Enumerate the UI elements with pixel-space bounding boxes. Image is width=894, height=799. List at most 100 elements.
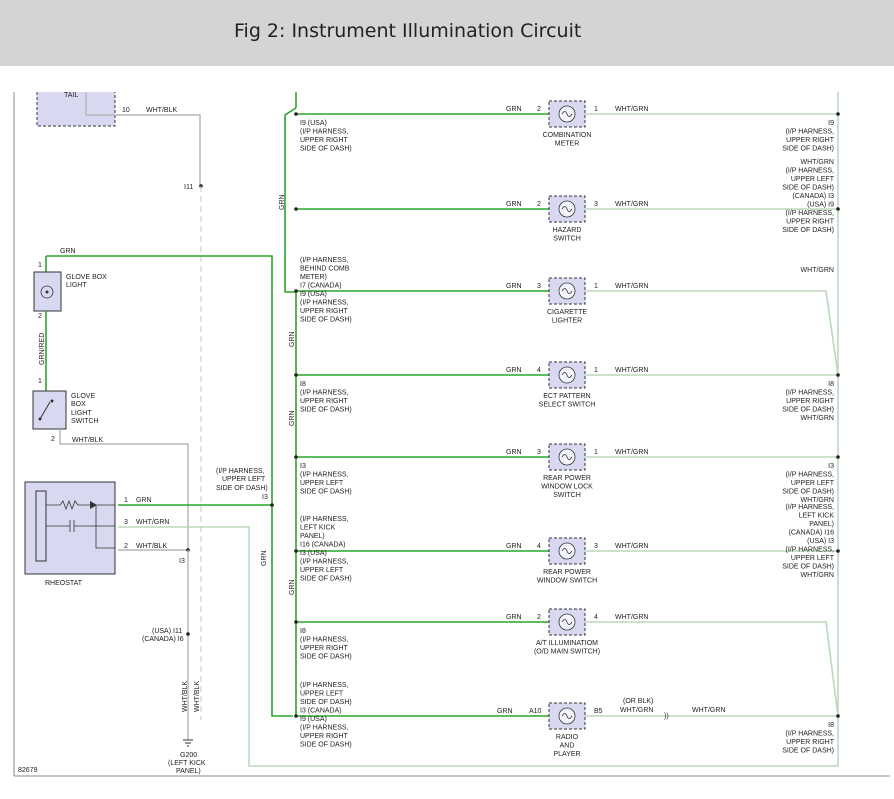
left-splice-line: SIDE OF DASH)	[300, 654, 352, 661]
component-name-line: SELECT SWITCH	[539, 402, 596, 409]
left-splice-line: BEHIND COMB	[300, 266, 350, 273]
left-splice-line: UPPER RIGHT	[300, 645, 349, 652]
left-splice-line: I9 (USA)	[300, 291, 327, 298]
glove-light-name-2: LIGHT	[66, 282, 87, 289]
right-splice-line: UPPER RIGHT	[786, 739, 835, 746]
glove-box-light-icon	[33, 271, 62, 312]
left-splice-line: UPPER LEFT	[300, 691, 344, 698]
pin-out: 1	[594, 283, 598, 290]
pin-out: 1	[594, 449, 598, 456]
rheostat-icon	[24, 481, 116, 575]
left-splice-line: SIDE OF DASH)	[300, 699, 352, 706]
component-name-line: WINDOW LOCK	[541, 484, 593, 491]
right-splice-line: LEFT KICK	[799, 513, 835, 520]
right-splice-line: (I/P HARNESS,	[786, 504, 835, 511]
wire-label-in: GRN	[506, 614, 522, 621]
bus-label-5: GRN	[289, 579, 296, 595]
figure-title: Fig 2: Instrument Illumination Circuit	[234, 20, 582, 42]
right-splice-line: I8	[828, 381, 834, 388]
pin-in: 3	[537, 283, 541, 290]
left-splice-line: I9 (USA)	[300, 716, 327, 723]
ground-wire-2: WHT/BLK	[194, 681, 201, 712]
left-splice-line: (I/P HARNESS,	[300, 637, 349, 644]
rheostat-splice-label: I3	[179, 558, 185, 565]
right-splice-line: (I/P HARNESS,	[786, 168, 835, 175]
ground-wire-1: WHT/BLK	[182, 681, 189, 712]
left-splice-line: UPPER RIGHT	[300, 733, 349, 740]
left-splice-line: (I/P HARNESS,	[300, 300, 349, 307]
left-splice-line: SIDE OF DASH)	[300, 407, 352, 414]
glove-switch-pin-1: 1	[38, 378, 42, 385]
glove-light-grnred-label: GRN/RED	[39, 333, 46, 365]
bulb-icon	[548, 443, 586, 471]
figure-header: Fig 2: Instrument Illumination Circuit	[0, 0, 894, 66]
left-splice-line: I9 (USA)	[300, 120, 327, 127]
splice-dot-left-5	[294, 549, 298, 553]
component-name-line: LIGHTER	[552, 318, 582, 325]
bulb-icon	[548, 100, 586, 128]
splice-dot-right-4	[836, 455, 840, 459]
pin-out: 1	[594, 367, 598, 374]
wire-rheostat-wht-grn	[118, 526, 839, 767]
right-splice-line: SIDE OF DASH)	[782, 407, 834, 414]
ground-splice-usa: (USA) I11	[152, 628, 182, 635]
glove-switch-wire-label: WHT/BLK	[72, 437, 103, 444]
pin-out: 1	[594, 106, 598, 113]
component-name-line: REAR POWER	[543, 475, 591, 482]
component-name-line: WINDOW SWITCH	[537, 578, 597, 585]
pin-out: B5	[594, 708, 603, 715]
rheostat-wire-2: WHT/BLK	[136, 543, 167, 550]
component-name-line: AND	[560, 743, 575, 750]
pin-in: 3	[537, 449, 541, 456]
left-splice-line: (I/P HARNESS,	[300, 129, 349, 136]
rheostat-wire-1: GRN	[136, 497, 152, 504]
bus-label-3: GRN	[289, 410, 296, 426]
wire-label-in: GRN	[506, 106, 522, 113]
splice-dot-left-1	[294, 207, 298, 211]
right-splice-line: PANEL)	[809, 521, 834, 528]
right-splice-line: (I/P HARNESS,	[786, 129, 835, 136]
left-splice-line: (I/P HARNESS,	[300, 516, 349, 523]
bus-label-2: GRN	[289, 331, 296, 347]
wire-tail-wht-blk	[118, 114, 201, 186]
glove-switch-name-3: LIGHT	[71, 410, 92, 417]
glove-light-pin-1: 1	[38, 262, 42, 269]
glove-light-wire-label: GRN	[60, 248, 76, 255]
wire-label-out: WHT/GRN	[615, 106, 648, 113]
right-splice-line: I8	[828, 722, 834, 729]
component-0: 2 1 GRN WHT/GRN COMBINATION METER I9 (USA) (I/P…	[294, 100, 840, 153]
component-name-line: (O/D MAIN SWITCH)	[534, 649, 600, 656]
bulb-icon	[548, 277, 586, 305]
splice-dot-right-0	[836, 112, 840, 116]
left-splice-line: I3 (USA)	[300, 550, 327, 557]
bulb-icon	[548, 195, 586, 223]
right-splice-line: SIDE OF DASH)	[782, 227, 834, 234]
pin-out: 3	[594, 543, 598, 550]
right-splice-line: UPPER LEFT	[791, 555, 835, 562]
bulb-icon	[548, 608, 586, 636]
splice-dot-left-4	[294, 455, 298, 459]
left-splice-line: SIDE OF DASH)	[300, 146, 352, 153]
component-name-line: COMBINATION	[543, 132, 592, 139]
right-splice-line: UPPER RIGHT	[786, 137, 835, 144]
splice-dot-right-5	[836, 549, 840, 553]
rheostat-harness-1: (I/P HARNESS,	[216, 468, 265, 475]
right-splice-line: SIDE OF DASH)	[782, 146, 834, 153]
right-splice-line: (CANADA) I16	[788, 530, 834, 537]
rheostat-harness-3: SIDE OF DASH)	[216, 485, 268, 492]
left-splice-line: UPPER RIGHT	[300, 308, 349, 315]
splice-dot-left-7	[294, 714, 298, 718]
glove-switch-name-1: GLOVE	[71, 393, 95, 400]
right-splice-line: (I/P HARNESS,	[786, 210, 835, 217]
wire-label-in: GRN	[506, 283, 522, 290]
rheostat-label: RHEOSTAT	[45, 580, 83, 587]
left-splice-line: (I/P HARNESS,	[300, 682, 349, 689]
tail-wire-label: WHT/BLK	[146, 107, 177, 114]
glove-switch-name-2: BOX	[71, 401, 86, 408]
left-splice-line: I16 (CANADA)	[300, 542, 346, 549]
component-name-line: PLAYER	[553, 751, 580, 758]
splice-dot-right-1	[836, 207, 840, 211]
tail-label: TAIL	[64, 92, 78, 99]
wire-label-out-3: WHT/GRN	[692, 707, 725, 714]
component-name-line: REAR POWER	[543, 569, 591, 576]
